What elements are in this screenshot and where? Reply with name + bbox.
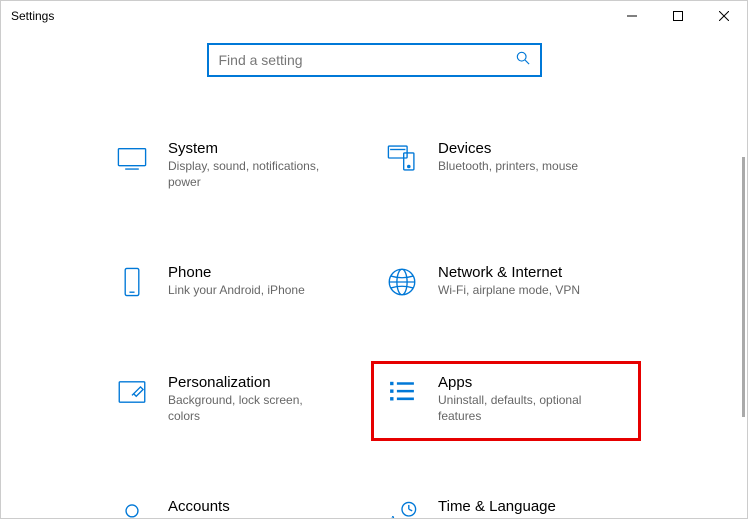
- category-time-language[interactable]: A字 Time & Language Speech, region, date: [371, 485, 641, 518]
- category-title: Phone: [168, 264, 356, 281]
- search-container: [1, 43, 747, 77]
- category-personalization[interactable]: Personalization Background, lock screen,…: [101, 361, 371, 441]
- personalization-icon: [114, 374, 150, 410]
- category-apps[interactable]: Apps Uninstall, defaults, optional featu…: [371, 361, 641, 441]
- network-icon: [384, 264, 420, 300]
- category-desc: Wi-Fi, airplane mode, VPN: [438, 283, 608, 299]
- time-language-icon: A字: [384, 498, 420, 518]
- category-title: Network & Internet: [438, 264, 626, 281]
- category-title: Accounts: [168, 498, 356, 515]
- category-title: Personalization: [168, 374, 356, 391]
- category-network[interactable]: Network & Internet Wi-Fi, airplane mode,…: [371, 251, 641, 317]
- category-text: Phone Link your Android, iPhone: [168, 264, 356, 299]
- category-desc: Uninstall, defaults, optional features: [438, 393, 608, 424]
- category-phone[interactable]: Phone Link your Android, iPhone: [101, 251, 371, 317]
- category-title: Time & Language: [438, 498, 626, 515]
- category-desc: Your accounts, email, sync, work, other …: [168, 517, 338, 518]
- category-desc: Link your Android, iPhone: [168, 283, 338, 299]
- phone-icon: [114, 264, 150, 300]
- window-controls: [609, 1, 747, 31]
- svg-text:A: A: [388, 514, 398, 518]
- category-desc: Display, sound, notifications, power: [168, 159, 338, 190]
- category-text: Personalization Background, lock screen,…: [168, 374, 356, 424]
- category-accounts[interactable]: Accounts Your accounts, email, sync, wor…: [101, 485, 371, 518]
- category-text: Accounts Your accounts, email, sync, wor…: [168, 498, 356, 518]
- search-box[interactable]: [207, 43, 542, 77]
- category-text: Devices Bluetooth, printers, mouse: [438, 140, 626, 175]
- category-title: Apps: [438, 374, 626, 391]
- category-desc: Speech, region, date: [438, 517, 608, 518]
- category-title: System: [168, 140, 356, 157]
- system-icon: [114, 140, 150, 176]
- category-text: Apps Uninstall, defaults, optional featu…: [438, 374, 626, 424]
- close-button[interactable]: [701, 1, 747, 31]
- apps-icon: [384, 374, 420, 410]
- category-text: Time & Language Speech, region, date: [438, 498, 626, 518]
- category-text: System Display, sound, notifications, po…: [168, 140, 356, 190]
- scrollbar[interactable]: [742, 157, 745, 417]
- search-icon: [516, 51, 530, 70]
- content-area: System Display, sound, notifications, po…: [1, 31, 747, 518]
- accounts-icon: [114, 498, 150, 518]
- minimize-button[interactable]: [609, 1, 655, 31]
- category-devices[interactable]: Devices Bluetooth, printers, mouse: [371, 127, 641, 207]
- category-desc: Background, lock screen, colors: [168, 393, 338, 424]
- maximize-button[interactable]: [655, 1, 701, 31]
- categories-grid: System Display, sound, notifications, po…: [1, 127, 681, 518]
- devices-icon: [384, 140, 420, 176]
- window-title: Settings: [11, 9, 54, 23]
- search-input[interactable]: [219, 52, 516, 68]
- category-system[interactable]: System Display, sound, notifications, po…: [101, 127, 371, 207]
- category-desc: Bluetooth, printers, mouse: [438, 159, 608, 175]
- category-text: Network & Internet Wi-Fi, airplane mode,…: [438, 264, 626, 299]
- titlebar: Settings: [1, 1, 747, 31]
- category-title: Devices: [438, 140, 626, 157]
